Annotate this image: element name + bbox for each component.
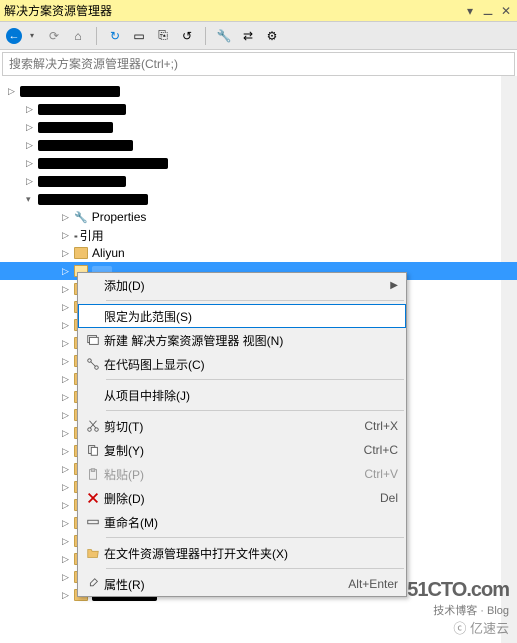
home-button[interactable]: ⌂ (70, 28, 86, 44)
menu-item[interactable]: 新建 解决方案资源管理器 视图(N) (78, 328, 406, 352)
collapse-button[interactable]: ▭ (131, 28, 147, 44)
delete-icon (82, 491, 104, 505)
properties-icon (82, 577, 104, 591)
menu-label: 复制(Y) (104, 442, 364, 459)
tree-node-references[interactable]: ▷引用 (8, 226, 517, 244)
tree-node[interactable]: ▾ (8, 190, 517, 208)
tree-node[interactable]: ▷ (8, 154, 517, 172)
menu-label: 从项目中排除(J) (104, 387, 398, 404)
menu-item[interactable]: 在文件资源管理器中打开文件夹(X) (78, 541, 406, 565)
menu-shortcut: Ctrl+C (364, 443, 398, 457)
menu-label: 在代码图上显示(C) (104, 356, 398, 373)
open-folder-icon (82, 546, 104, 560)
menu-label: 添加(D) (104, 277, 390, 294)
menu-item[interactable]: 重命名(M) (78, 510, 406, 534)
tree-node[interactable]: ▷ (8, 136, 517, 154)
menu-label: 限定为此范围(S) (104, 308, 398, 325)
menu-shortcut: Del (380, 491, 398, 505)
window-title: 解决方案资源管理器 (4, 2, 112, 19)
codemap-icon (82, 357, 104, 371)
menu-item[interactable]: 在代码图上显示(C) (78, 352, 406, 376)
menu-shortcut: Ctrl+X (364, 419, 398, 433)
showall-button[interactable]: ⇄ (240, 28, 256, 44)
copy-icon (82, 443, 104, 457)
watermark: 51CTO.com 技术博客 · Blog ⓒ 亿速云 (407, 579, 509, 637)
pin-icon[interactable]: ⚊ (481, 4, 495, 18)
menu-item[interactable]: 限定为此范围(S) (78, 304, 406, 328)
tree-node[interactable]: ▷ (8, 118, 517, 136)
menu-item[interactable]: 剪切(T)Ctrl+X (78, 414, 406, 438)
cut-icon (82, 419, 104, 433)
folder-icon (74, 247, 88, 259)
menu-item[interactable]: 属性(R)Alt+Enter (78, 572, 406, 596)
view-button[interactable]: ⚙ (264, 28, 280, 44)
context-menu: 添加(D)▶ 限定为此范围(S) 新建 解决方案资源管理器 视图(N) 在代码图上显示… (77, 272, 407, 597)
back-button[interactable]: ← (6, 28, 22, 44)
watermark-line1: 51CTO.com (407, 579, 509, 602)
wrench-icon (74, 210, 92, 224)
properties-button[interactable]: 🔧 (216, 28, 232, 44)
forward-button[interactable]: ⟳ (46, 28, 62, 44)
sync-button[interactable]: ↻ (107, 28, 123, 44)
menu-label: 重命名(M) (104, 514, 398, 531)
menu-label: 在文件资源管理器中打开文件夹(X) (104, 545, 398, 562)
dropdown-icon[interactable]: ▾ (463, 4, 477, 18)
rename-icon (82, 515, 104, 529)
node-label: 引用 (80, 227, 104, 244)
tree-node[interactable]: ▷ (8, 82, 517, 100)
menu-label: 新建 解决方案资源管理器 视图(N) (104, 332, 398, 349)
paste-icon (82, 467, 104, 481)
menu-separator (106, 410, 404, 411)
search-bar[interactable] (2, 52, 515, 76)
menu-separator (106, 300, 404, 301)
watermark-line3: ⓒ 亿速云 (407, 618, 509, 637)
tree-node-properties[interactable]: ▷Properties (8, 208, 517, 226)
menu-shortcut: Ctrl+V (364, 467, 398, 481)
close-icon[interactable]: ✕ (499, 4, 513, 18)
refresh-button[interactable]: ↺ (179, 28, 195, 44)
menu-item[interactable]: 删除(D)Del (78, 486, 406, 510)
menu-separator (106, 537, 404, 538)
menu-label: 粘贴(P) (104, 466, 364, 483)
back-dropdown[interactable]: ▾ (30, 31, 38, 40)
node-label: Properties (92, 210, 147, 224)
toolbar: ← ▾ ⟳ ⌂ ↻ ▭ ⎘ ↺ 🔧 ⇄ ⚙ (0, 22, 517, 50)
copy-button[interactable]: ⎘ (155, 28, 171, 44)
menu-shortcut: Alt+Enter (348, 577, 398, 591)
tree-node-aliyun[interactable]: ▷Aliyun (8, 244, 517, 262)
menu-label: 属性(R) (104, 576, 348, 593)
new-view-icon (82, 333, 104, 347)
menu-item[interactable]: 添加(D)▶ (78, 273, 406, 297)
menu-item: 粘贴(P)Ctrl+V (78, 462, 406, 486)
menu-label: 删除(D) (104, 490, 380, 507)
menu-item[interactable]: 复制(Y)Ctrl+C (78, 438, 406, 462)
tree-node[interactable]: ▷ (8, 172, 517, 190)
search-input[interactable] (3, 53, 514, 75)
menu-separator (106, 379, 404, 380)
menu-label: 剪切(T) (104, 418, 364, 435)
node-label: Aliyun (92, 246, 125, 260)
watermark-line2: 技术博客 · Blog (407, 602, 509, 618)
menu-separator (106, 568, 404, 569)
tree-node[interactable]: ▷ (8, 100, 517, 118)
submenu-arrow-icon: ▶ (390, 280, 398, 291)
titlebar: 解决方案资源管理器 ▾ ⚊ ✕ (0, 0, 517, 22)
menu-item[interactable]: 从项目中排除(J) (78, 383, 406, 407)
